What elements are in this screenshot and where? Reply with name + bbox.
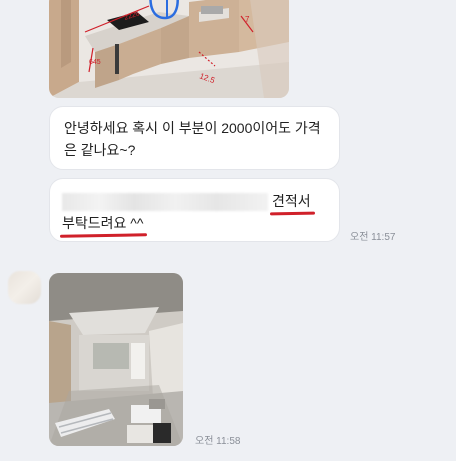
underlined-text: 부탁드려요 ^^: [62, 212, 143, 234]
message-timestamp: 오전 11:58: [195, 436, 241, 447]
message-line: 부탁드려요 ^^: [62, 212, 327, 234]
message-text: 안녕하세요 혹시 이 부분이 2000이어도 가격은 같나요~?: [64, 120, 321, 158]
message-line: 견적서: [62, 190, 327, 212]
message-bubble[interactable]: 안녕하세요 혹시 이 부분이 2000이어도 가격은 같나요~?: [49, 106, 340, 170]
message-timestamp: 오전 11:57: [350, 232, 396, 243]
redacted-text: [62, 193, 268, 212]
kitchen-render-drawing: 2226 645 12.5 7: [49, 0, 289, 98]
message-bubble[interactable]: 견적서 부탁드려요 ^^: [49, 178, 340, 242]
construction-site-drawing: [49, 273, 183, 446]
chat-window: 2226 645 12.5 7 안녕하세요 혹시 이 부분이 2000이어도 가…: [0, 0, 456, 461]
construction-site-photo[interactable]: [49, 273, 183, 446]
avatar[interactable]: [8, 271, 41, 304]
underlined-text: 견적서: [272, 190, 311, 212]
svg-text:645: 645: [89, 59, 101, 66]
kitchen-render-image[interactable]: 2226 645 12.5 7: [49, 0, 289, 98]
